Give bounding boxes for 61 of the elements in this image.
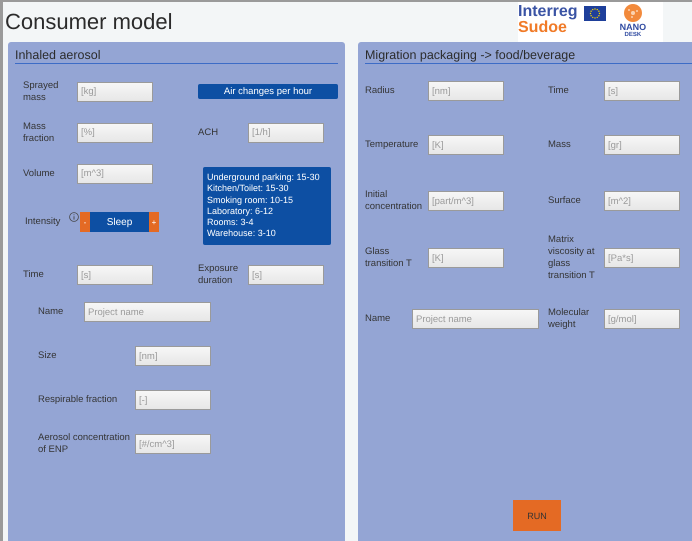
input-field[interactable]: [s] bbox=[77, 265, 153, 285]
increment-button[interactable]: + bbox=[149, 212, 159, 232]
field-label: ACH bbox=[198, 126, 220, 138]
field-label: Temperature bbox=[365, 139, 420, 151]
input-field[interactable]: [g/mol] bbox=[604, 309, 680, 329]
field-label: Glass transition T bbox=[365, 246, 413, 270]
logo-text: Interreg bbox=[518, 4, 578, 20]
info-icon[interactable] bbox=[69, 212, 79, 222]
input-field[interactable]: [Pa*s] bbox=[604, 248, 680, 268]
field-label: Name bbox=[365, 313, 392, 325]
field-label: Matrix viscosity at glass transition T bbox=[548, 234, 596, 282]
panel-title: Migration packaging -> food/beverage bbox=[365, 48, 692, 64]
input-field[interactable]: [s] bbox=[248, 265, 324, 285]
input-field[interactable]: [gr] bbox=[604, 135, 680, 155]
logo-text: Sudoe bbox=[518, 20, 567, 36]
input-field[interactable]: Project name bbox=[412, 309, 539, 329]
field-label: Aerosol concentration of ENP bbox=[38, 432, 131, 456]
input-field[interactable]: [K] bbox=[428, 248, 504, 268]
input-field[interactable]: Project name bbox=[84, 302, 211, 322]
field-label: Initial concentration bbox=[365, 189, 424, 213]
reference-line: Underground parking: 15-30 bbox=[207, 172, 321, 184]
input-field[interactable]: [K] bbox=[428, 135, 504, 155]
input-field[interactable]: [%] bbox=[77, 122, 153, 142]
field-label: Volume bbox=[23, 168, 56, 180]
field-label: Surface bbox=[548, 195, 582, 207]
reference-line: Kitchen/Toilet: 15-30 bbox=[207, 183, 290, 194]
field-label: Exposure duration bbox=[198, 263, 240, 287]
input-field[interactable]: [#/cm^3] bbox=[135, 434, 211, 454]
input-field[interactable]: [part/m^3] bbox=[428, 191, 504, 211]
panel-title: Inhaled aerosol bbox=[15, 48, 338, 64]
flag-icon bbox=[584, 6, 606, 21]
input-field[interactable]: [nm] bbox=[428, 81, 504, 101]
page-title: Consumer model bbox=[5, 9, 173, 35]
field-label: Mass fraction bbox=[23, 120, 56, 144]
decrement-button[interactable]: - bbox=[80, 212, 90, 232]
reference-line: Rooms: 3-4 bbox=[207, 217, 255, 228]
run-button[interactable]: RUN bbox=[513, 500, 561, 531]
field-label: Sprayed mass bbox=[23, 80, 60, 104]
input-field[interactable]: [m^2] bbox=[604, 191, 680, 211]
input-field[interactable]: [-] bbox=[135, 390, 211, 410]
input-field[interactable]: [s] bbox=[604, 81, 680, 101]
intensity-value: Sleep bbox=[106, 216, 134, 230]
nanoparticle-icon bbox=[624, 4, 642, 22]
air-changes-button[interactable]: Air changes per hour bbox=[198, 84, 338, 99]
field-label: Name bbox=[38, 306, 64, 318]
reference-line: Laboratory: 6-12 bbox=[207, 206, 274, 217]
field-label: Time bbox=[548, 85, 570, 97]
logo-text: NANO bbox=[620, 23, 646, 32]
field-label: Intensity bbox=[24, 216, 62, 228]
reference-line: Warehouse: 3-10 bbox=[207, 228, 277, 240]
field-label: Respirable fraction bbox=[38, 394, 118, 406]
input-field[interactable]: [1/h] bbox=[248, 122, 324, 142]
field-label: Molecular weight bbox=[548, 307, 590, 331]
field-label: Mass bbox=[548, 139, 572, 151]
field-label: Size bbox=[38, 350, 58, 362]
field-label: Radius bbox=[365, 85, 396, 97]
input-field[interactable]: [nm] bbox=[135, 346, 211, 366]
input-field[interactable]: [kg] bbox=[77, 82, 153, 102]
reference-line: Smoking room: 10-15 bbox=[207, 194, 294, 206]
input-field[interactable]: [m^3] bbox=[77, 164, 153, 184]
field-label: Time bbox=[23, 269, 45, 281]
